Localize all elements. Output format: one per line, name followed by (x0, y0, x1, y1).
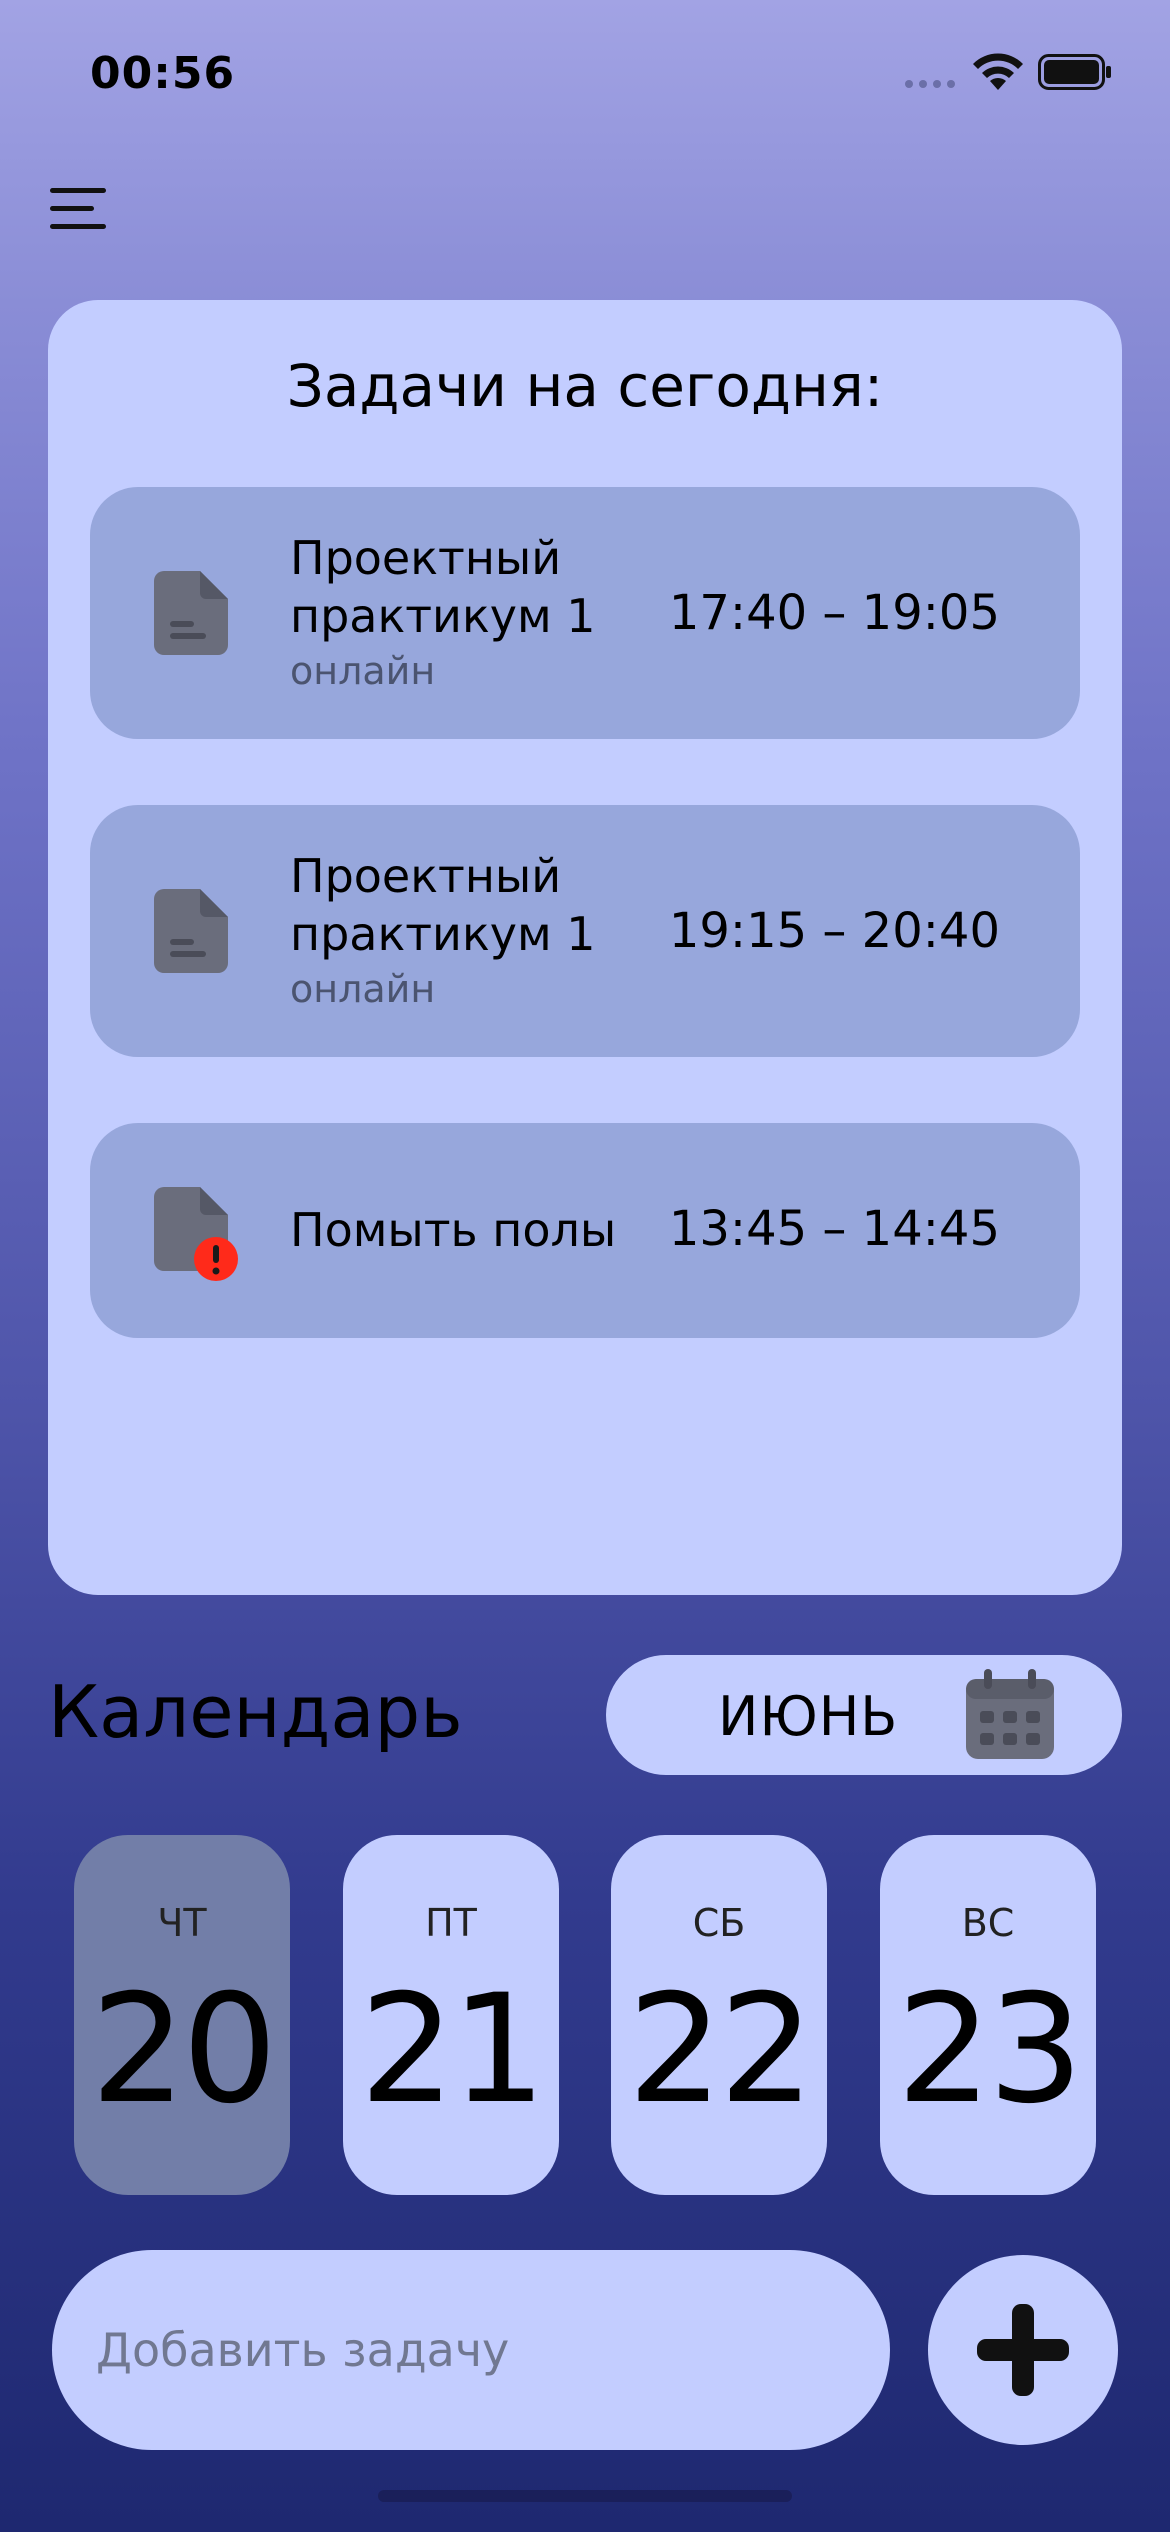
day-number: 20 (90, 1963, 278, 2137)
document-icon (154, 571, 228, 655)
menu-icon[interactable] (50, 186, 106, 230)
calendar-title: Календарь (48, 1670, 463, 1754)
day-card[interactable]: ПТ 21 (343, 1835, 559, 2195)
plus-icon (977, 2304, 1069, 2396)
task-name: Проектный (290, 531, 562, 585)
day-number: 22 (627, 1963, 815, 2137)
add-task-button[interactable] (928, 2255, 1118, 2445)
calendar-icon (966, 1669, 1054, 1759)
day-card-selected[interactable]: ЧТ 20 (74, 1835, 290, 2195)
wifi-icon (973, 53, 1023, 90)
task-card[interactable]: Помыть полы 13:45 – 14:45 (90, 1123, 1080, 1338)
task-time: 19:15 – 20:40 (668, 903, 1000, 959)
tasks-panel: Задачи на сегодня: Проектный практикум 1… (48, 300, 1122, 1595)
task-time: 13:45 – 14:45 (668, 1201, 1000, 1257)
task-time: 17:40 – 19:05 (668, 585, 1000, 641)
cellular-signal-icon (905, 80, 957, 90)
task-card[interactable]: Проектный практикум 1 онлайн 17:40 – 19:… (90, 487, 1080, 739)
task-name: практикум 1 (290, 589, 596, 643)
task-name: практикум 1 (290, 907, 596, 961)
day-number: 21 (359, 1963, 547, 2137)
day-card[interactable]: СБ 22 (611, 1835, 827, 2195)
panel-title: Задачи на сегодня: (286, 352, 884, 420)
document-icon (154, 889, 228, 973)
add-task-input[interactable] (52, 2250, 890, 2450)
home-indicator[interactable] (378, 2490, 792, 2502)
day-of-week: СБ (692, 1901, 746, 1945)
month-selector-button[interactable]: ИЮНЬ (606, 1655, 1122, 1775)
month-label: ИЮНЬ (718, 1685, 899, 1748)
task-name: Проектный (290, 849, 562, 903)
document-alert-icon (154, 1187, 238, 1281)
task-mode: онлайн (290, 967, 436, 1011)
day-number: 23 (896, 1963, 1084, 2137)
task-name: Помыть полы (290, 1203, 617, 1257)
battery-icon (1038, 54, 1111, 90)
day-of-week: ПТ (425, 1901, 477, 1945)
task-mode: онлайн (290, 649, 436, 693)
day-of-week: ЧТ (157, 1901, 207, 1945)
day-card[interactable]: ВС 23 (880, 1835, 1096, 2195)
task-card[interactable]: Проектный практикум 1 онлайн 19:15 – 20:… (90, 805, 1080, 1057)
day-of-week: ВС (961, 1901, 1015, 1945)
status-time: 00:56 (90, 48, 236, 99)
